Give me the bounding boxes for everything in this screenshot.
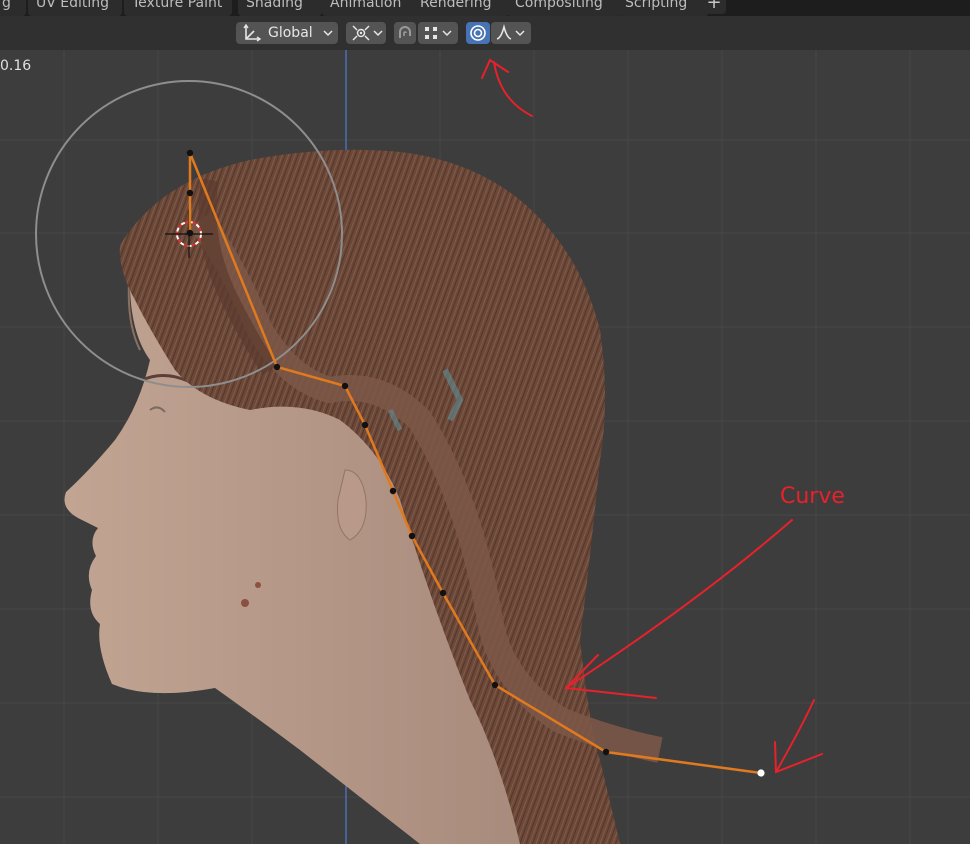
tab-layout[interactable]: g: [0, 0, 26, 16]
chevron-down-icon: [323, 30, 333, 37]
falloff-curve-icon: [496, 24, 512, 40]
tab-uv-editing[interactable]: UV Editing: [28, 0, 122, 16]
tab-animation[interactable]: Animation: [322, 0, 418, 16]
pivot-point-dropdown[interactable]: [346, 22, 386, 44]
tab-compositing[interactable]: Compositing: [507, 0, 621, 16]
transform-orientation-value: Global: [268, 25, 313, 41]
tab-scripting[interactable]: Scripting: [617, 0, 709, 16]
snap-increment-icon: [425, 27, 437, 39]
tab-label: Scripting: [625, 0, 688, 11]
falloff-dropdown[interactable]: [491, 22, 531, 44]
workspace-tabs: g UV Editing Texture Paint Shading Anima…: [0, 0, 970, 16]
3d-viewport[interactable]: 0.16 Curve: [0, 50, 970, 844]
viewport-canvas: [0, 50, 970, 844]
proportional-editing-toggle[interactable]: [466, 22, 490, 44]
chevron-down-icon: [373, 30, 383, 37]
tab-texture-paint[interactable]: Texture Paint: [124, 0, 232, 16]
tab-label: Shading: [246, 0, 303, 11]
selected-curve-point[interactable]: [757, 769, 765, 777]
annotation-curve-label: Curve: [780, 484, 845, 509]
viewport-header: Global: [0, 16, 970, 50]
add-workspace-button[interactable]: +: [702, 0, 726, 14]
tab-shading[interactable]: Shading: [238, 0, 322, 16]
tab-label: Texture Paint: [132, 0, 223, 11]
snap-target-dropdown[interactable]: [418, 22, 458, 44]
tab-label: UV Editing: [36, 0, 110, 11]
tab-label: Compositing: [515, 0, 603, 11]
pivot-point-icon: [352, 25, 370, 41]
tab-label: Animation: [330, 0, 402, 11]
measurement-readout: 0.16: [0, 58, 32, 74]
snap-toggle[interactable]: [394, 22, 416, 44]
chevron-down-icon: [442, 30, 452, 37]
transform-orientation-icon: [243, 23, 262, 42]
snap-magnet-icon: [399, 26, 411, 38]
transform-orientation-dropdown[interactable]: Global: [236, 22, 338, 44]
tab-rendering[interactable]: Rendering: [412, 0, 510, 16]
tab-label: g: [2, 0, 11, 11]
proportional-editing-icon: [470, 25, 486, 41]
chevron-down-icon: [515, 30, 525, 37]
tab-label: Rendering: [420, 0, 492, 11]
